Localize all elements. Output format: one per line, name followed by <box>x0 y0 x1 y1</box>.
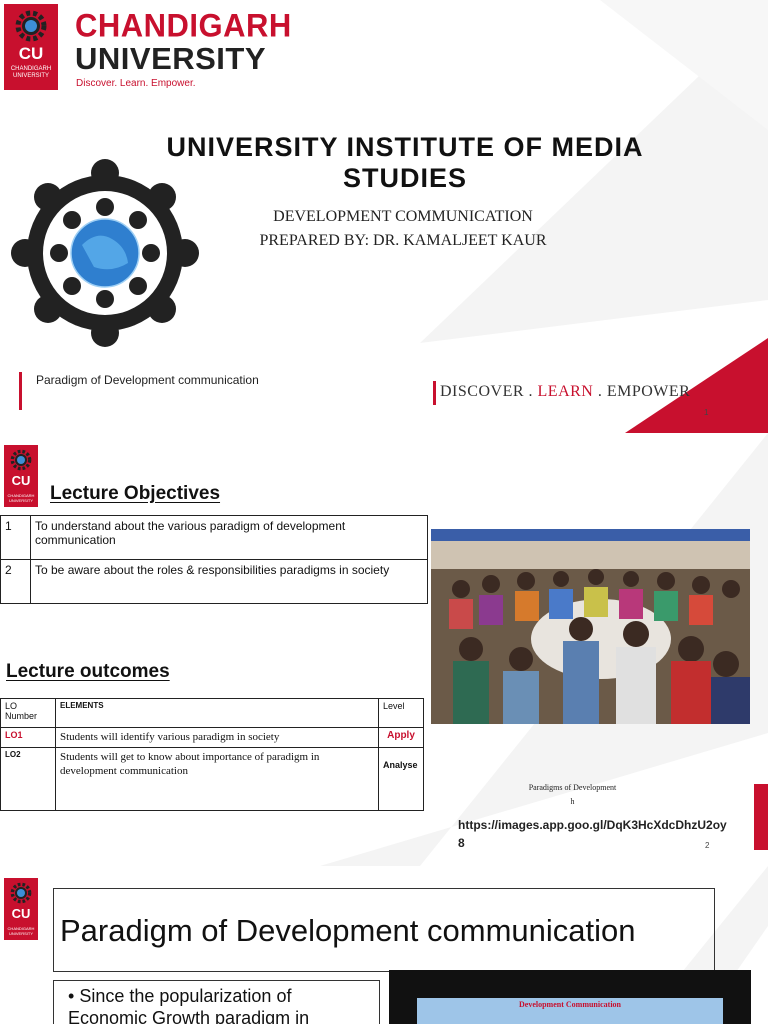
lo-number: LO1 <box>0 727 56 748</box>
logo-sub: CHANDIGARH UNIVERSITY <box>10 66 52 79</box>
content-slide: CU CHANDIGARH UNIVERSITY Paradigm of Dev… <box>0 866 768 1024</box>
panel-inner: Development Communication <box>417 998 723 1024</box>
course-name: DEVELOPMENT COMMUNICATION <box>273 208 533 225</box>
page-number: 2 <box>705 841 710 850</box>
logo-sub: CHANDIGARH UNIVERSITY <box>7 493 35 503</box>
gear-globe-icon <box>10 882 32 904</box>
objectives-heading: Lecture Objectives <box>50 483 221 504</box>
accent-bar <box>19 372 22 410</box>
logo-abbr: CU <box>11 473 31 488</box>
brand-name-line2: UNIVERSITY <box>75 41 267 76</box>
table-row: LO2 Students will get to know about impo… <box>0 747 424 811</box>
prepared-by: PREPARED BY: DR. KAMALJEET KAUR <box>259 232 547 249</box>
table-row: 1 To understand about the various paradi… <box>0 515 428 560</box>
motto-discover: DISCOVER . <box>440 383 538 400</box>
motto: DISCOVER . LEARN . EMPOWER <box>440 383 690 401</box>
motto-learn: LEARN <box>537 383 594 400</box>
topic-label: Paradigm of Development communication <box>36 373 259 387</box>
accent-bar <box>433 381 436 405</box>
table-header-row: LO Number ELEMENTS Level <box>0 698 424 728</box>
outcomes-table: LO Number ELEMENTS Level LO1 Students wi… <box>0 698 424 811</box>
slide-title-box: Paradigm of Development communication <box>53 888 715 972</box>
bullet-list: • Since the popularization of Economic G… <box>53 980 380 1024</box>
lo-number: LO2 <box>0 747 56 811</box>
institute-title: UNIVERSITY INSTITUTE OF MEDIA STUDIES <box>166 132 644 193</box>
col-header-lo: LO Number <box>0 698 56 728</box>
objectives-slide: CU CHANDIGARH UNIVERSITY Lecture Objecti… <box>0 433 768 866</box>
slide-title: Paradigm of Development communication <box>60 913 636 948</box>
logo-abbr: CU <box>11 906 31 921</box>
cu-logo: CU CHANDIGARH UNIVERSITY <box>4 445 38 507</box>
col-header-level: Level <box>378 698 424 728</box>
objective-text: To be aware about the roles & responsibi… <box>30 559 428 604</box>
brand-name-line1: CHANDIGARH <box>75 7 292 44</box>
accent-tab <box>754 784 768 850</box>
gear-globe-icon <box>10 449 32 471</box>
table-row: LO1 Students will identify various parad… <box>0 727 424 748</box>
title-slide: CU CHANDIGARH UNIVERSITY CHANDIGARH UNIV… <box>0 0 768 433</box>
page-number: 1 <box>704 408 709 417</box>
cu-logo: CU CHANDIGARH UNIVERSITY <box>4 878 38 940</box>
photo-caption: Paradigms of Development h <box>528 783 617 806</box>
video-panel: Development Communication <box>389 970 751 1024</box>
source-url[interactable]: https://images.app.goo.gl/DqK3HcXdcDhzU2… <box>458 816 728 852</box>
brand-tagline: Discover. Learn. Empower. <box>76 78 196 89</box>
objective-text: To understand about the various paradigm… <box>30 515 428 560</box>
objective-number: 2 <box>0 559 31 604</box>
panel-title: Development Communication <box>519 1000 621 1009</box>
objective-number: 1 <box>0 515 31 560</box>
lo-text: Students will get to know about importan… <box>55 747 379 811</box>
lo-level: Analyse <box>378 747 424 811</box>
logo-sub: CHANDIGARH UNIVERSITY <box>7 926 35 936</box>
motto-empower: . EMPOWER <box>593 383 691 400</box>
logo-abbr: CU <box>18 44 44 63</box>
cu-logo: CU CHANDIGARH UNIVERSITY <box>4 4 58 90</box>
table-row: 2 To be aware about the roles & responsi… <box>0 559 428 604</box>
group-discussion-photo <box>431 529 750 724</box>
objectives-table: 1 To understand about the various paradi… <box>0 515 428 604</box>
outcomes-heading: Lecture outcomes <box>6 661 170 682</box>
lo-text: Students will identify various paradigm … <box>55 727 379 748</box>
lo-level: Apply <box>378 727 424 748</box>
bullet-item: • Since the popularization of Economic G… <box>68 986 310 1024</box>
col-header-elements: ELEMENTS <box>55 698 379 728</box>
gear-globe-icon <box>15 10 47 42</box>
